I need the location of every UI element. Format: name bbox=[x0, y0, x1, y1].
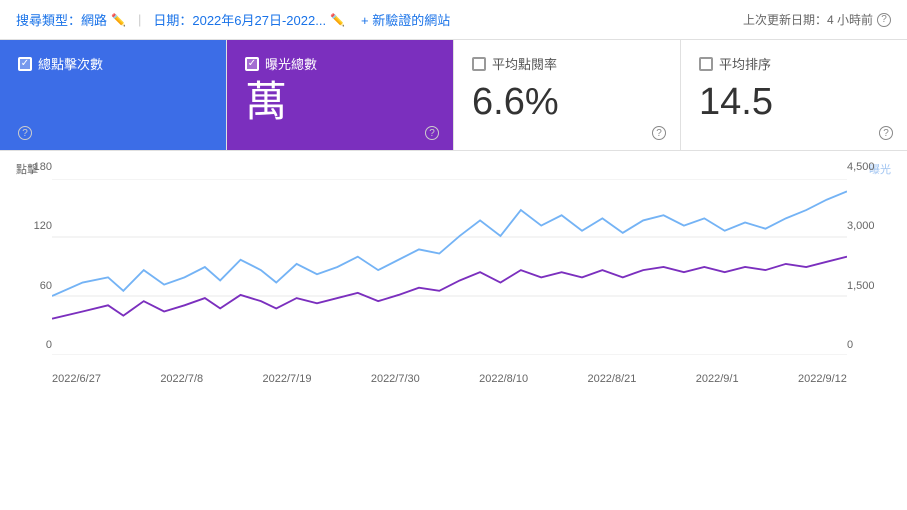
clicks-info: ? bbox=[18, 124, 32, 141]
position-label-row: 平均排序 bbox=[699, 54, 889, 73]
y-right-2: 1,500 bbox=[847, 280, 875, 292]
y-left-0: 180 bbox=[34, 161, 52, 173]
position-checkbox[interactable] bbox=[699, 57, 713, 71]
y-right-3: 0 bbox=[847, 339, 853, 351]
chart-svg-container bbox=[52, 179, 847, 355]
separator-1: | bbox=[138, 12, 141, 27]
date-filter[interactable]: 日期：2022年6月27日-2022... ✏️ bbox=[153, 10, 345, 29]
y-right-0: 4,500 bbox=[847, 161, 875, 173]
x-labels: 2022/6/27 2022/7/8 2022/7/19 2022/7/30 2… bbox=[52, 373, 847, 385]
ctr-info-icon[interactable]: ? bbox=[652, 126, 666, 140]
y-labels-right: 4,500 3,000 1,500 0 bbox=[847, 161, 891, 351]
metric-card-impressions[interactable]: ✓ 曝光總數 萬 ? bbox=[227, 40, 454, 150]
chart-svg bbox=[52, 179, 847, 355]
metric-card-ctr[interactable]: 平均點閱率 6.6% ? bbox=[454, 40, 681, 150]
metric-card-position[interactable]: 平均排序 14.5 ? bbox=[681, 40, 907, 150]
position-info: ? bbox=[879, 124, 893, 141]
clicks-label: 總點擊次數 bbox=[38, 54, 103, 73]
last-updated-info-icon[interactable]: ? bbox=[877, 13, 891, 27]
chart-area: 點擊 曝光 180 120 60 0 4,500 3,000 1,500 0 2… bbox=[0, 151, 907, 391]
position-info-icon[interactable]: ? bbox=[879, 126, 893, 140]
x-label-7: 2022/9/12 bbox=[798, 373, 847, 385]
y-labels-left: 180 120 60 0 bbox=[16, 161, 52, 351]
search-type-label: 搜尋類型：網路 bbox=[16, 10, 107, 29]
x-label-2: 2022/7/19 bbox=[263, 373, 312, 385]
last-updated-label: 上次更新日期：4 小時前 bbox=[743, 11, 873, 28]
position-label: 平均排序 bbox=[719, 54, 771, 73]
y-left-1: 120 bbox=[34, 220, 52, 232]
impressions-label-row: ✓ 曝光總數 bbox=[245, 54, 435, 73]
impressions-info-icon[interactable]: ? bbox=[425, 126, 439, 140]
add-site-label: + 新驗證的網站 bbox=[361, 10, 450, 29]
x-label-5: 2022/8/21 bbox=[587, 373, 636, 385]
position-value: 14.5 bbox=[699, 81, 889, 124]
date-label: 日期：2022年6月27日-2022... bbox=[153, 10, 326, 29]
ctr-label: 平均點閱率 bbox=[492, 54, 557, 73]
y-right-1: 3,000 bbox=[847, 220, 875, 232]
impressions-info: ? bbox=[425, 124, 439, 141]
ctr-value: 6.6% bbox=[472, 81, 662, 124]
clicks-label-row: ✓ 總點擊次數 bbox=[18, 54, 208, 73]
ctr-info: ? bbox=[652, 124, 666, 141]
last-updated: 上次更新日期：4 小時前 ? bbox=[743, 11, 891, 28]
y-left-2: 60 bbox=[40, 280, 52, 292]
search-type-edit-icon[interactable]: ✏️ bbox=[111, 13, 126, 27]
x-label-6: 2022/9/1 bbox=[696, 373, 739, 385]
add-site-button[interactable]: + 新驗證的網站 bbox=[361, 10, 450, 29]
clicks-checkbox[interactable]: ✓ bbox=[18, 57, 32, 71]
impressions-value: 萬 bbox=[245, 81, 435, 123]
x-label-0: 2022/6/27 bbox=[52, 373, 101, 385]
search-type-filter[interactable]: 搜尋類型：網路 ✏️ bbox=[16, 10, 126, 29]
impressions-label: 曝光總數 bbox=[265, 54, 317, 73]
metrics-row: ✓ 總點擊次數 ? ✓ 曝光總數 萬 ? 平均點閱率 6.6% ? 平均排序 bbox=[0, 40, 907, 151]
clicks-info-icon[interactable]: ? bbox=[18, 126, 32, 140]
ctr-label-row: 平均點閱率 bbox=[472, 54, 662, 73]
x-label-1: 2022/7/8 bbox=[160, 373, 203, 385]
header-bar: 搜尋類型：網路 ✏️ | 日期：2022年6月27日-2022... ✏️ + … bbox=[0, 0, 907, 40]
impressions-checkbox[interactable]: ✓ bbox=[245, 57, 259, 71]
x-label-4: 2022/8/10 bbox=[479, 373, 528, 385]
x-label-3: 2022/7/30 bbox=[371, 373, 420, 385]
metric-card-clicks[interactable]: ✓ 總點擊次數 ? bbox=[0, 40, 227, 150]
ctr-checkbox[interactable] bbox=[472, 57, 486, 71]
date-edit-icon[interactable]: ✏️ bbox=[330, 13, 345, 27]
